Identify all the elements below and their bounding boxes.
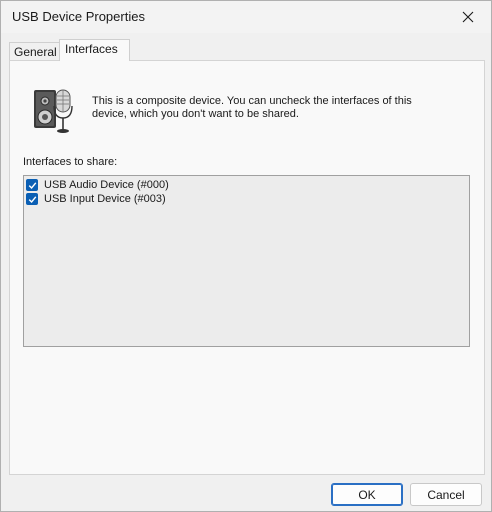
- ok-button[interactable]: OK: [331, 483, 403, 506]
- list-item[interactable]: USB Audio Device (#000): [26, 178, 169, 192]
- list-item-label: USB Input Device (#003): [44, 193, 166, 205]
- tab-general[interactable]: General: [9, 42, 60, 61]
- title-bar: USB Device Properties: [1, 1, 491, 33]
- list-item[interactable]: USB Input Device (#003): [26, 192, 166, 206]
- tab-interfaces[interactable]: Interfaces: [59, 39, 130, 61]
- checkmark-icon: [28, 195, 36, 203]
- list-item-label: USB Audio Device (#000): [44, 179, 169, 191]
- checkmark-icon: [28, 181, 36, 189]
- close-button[interactable]: [445, 1, 491, 33]
- speaker-microphone-icon: [34, 89, 73, 133]
- interfaces-list-label: Interfaces to share:: [23, 156, 118, 168]
- interfaces-listbox[interactable]: USB Audio Device (#000) USB Input Device…: [23, 175, 470, 347]
- cancel-button[interactable]: Cancel: [410, 483, 482, 506]
- interfaces-panel: This is a composite device. You can unch…: [9, 60, 485, 475]
- properties-window: USB Device Properties General Interfaces: [0, 0, 492, 512]
- close-icon: [462, 11, 474, 23]
- composite-description: This is a composite device. You can unch…: [92, 95, 412, 120]
- window-title: USB Device Properties: [12, 9, 145, 24]
- checkbox-checked[interactable]: [26, 179, 38, 191]
- checkbox-checked[interactable]: [26, 193, 38, 205]
